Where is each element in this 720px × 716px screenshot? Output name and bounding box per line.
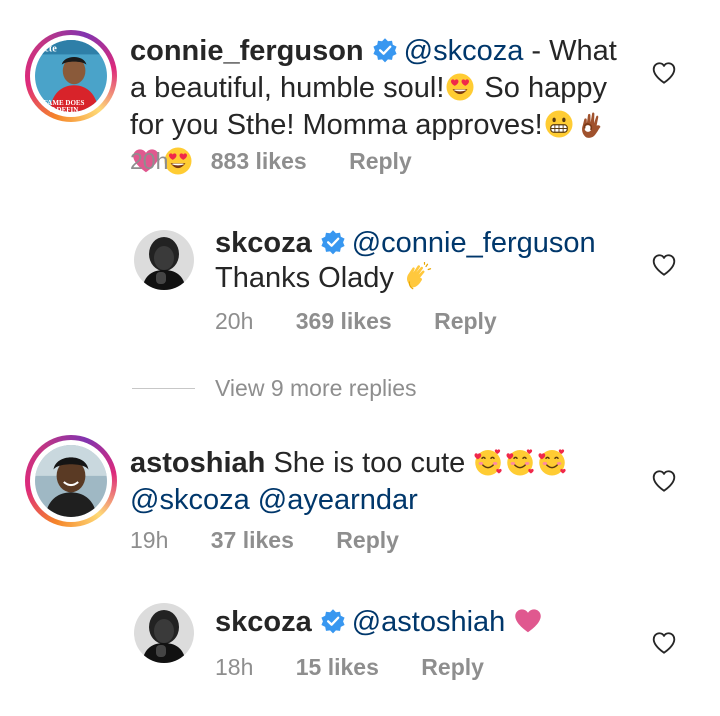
reply-button[interactable]: Reply: [434, 308, 497, 335]
divider-line: [132, 388, 195, 389]
comment-timestamp: 20h: [130, 148, 169, 174]
svg-text:acte: acte: [39, 43, 57, 54]
reply-body: Thanks Olady: [215, 262, 394, 294]
like-heart-icon[interactable]: [650, 252, 678, 278]
likes-count[interactable]: 37 likes: [211, 527, 294, 554]
smiling-face-with-hearts-emoji: [537, 447, 567, 477]
avatar-image: [134, 230, 194, 290]
pink-heart-emoji: [513, 606, 543, 636]
like-heart-icon[interactable]: [650, 60, 678, 86]
like-heart-icon[interactable]: [650, 468, 678, 494]
reply-text: skcoza @connie_ferguson Thanks Olady: [215, 226, 715, 296]
ok-hand-emoji: [576, 109, 606, 139]
smiling-face-with-hearts-emoji: [473, 447, 503, 477]
avatar-skcoza[interactable]: [134, 230, 194, 290]
reply-meta: 20h 369 likes Reply: [215, 308, 497, 335]
reply-text: skcoza @astoshiah: [215, 604, 715, 641]
verified-badge-icon: [320, 608, 346, 634]
heart-eyes-emoji: [445, 72, 475, 102]
reply-meta: 18h 15 likes Reply: [215, 654, 484, 681]
reply-username[interactable]: skcoza: [215, 606, 312, 638]
comment-meta: 20h 883 likes Reply: [130, 148, 412, 175]
verified-badge-icon: [372, 37, 398, 63]
avatar-astoshiah[interactable]: [25, 435, 117, 527]
comment-timestamp: 19h: [130, 527, 169, 553]
reply-button[interactable]: Reply: [336, 527, 399, 554]
avatar-skcoza[interactable]: [134, 603, 194, 663]
view-more-label[interactable]: View 9 more replies: [215, 375, 417, 402]
likes-count[interactable]: 369 likes: [296, 308, 392, 335]
smiling-face-with-hearts-emoji: [505, 447, 535, 477]
mention-link[interactable]: @connie_ferguson: [352, 227, 596, 259]
comment-body: She is too cute: [273, 447, 466, 479]
like-heart-icon[interactable]: [650, 630, 678, 656]
mention-link[interactable]: @skcoza: [130, 484, 250, 516]
comment-username[interactable]: connie_ferguson: [130, 35, 364, 67]
mention-link[interactable]: @ayearndar: [258, 484, 418, 516]
reply-username[interactable]: skcoza: [215, 227, 312, 259]
avatar-caption: FAME DOES N DEFIN: [43, 99, 85, 114]
reply-button[interactable]: Reply: [349, 148, 412, 175]
reply-button[interactable]: Reply: [421, 654, 484, 681]
reply-timestamp: 18h: [215, 654, 254, 680]
grimacing-emoji: [544, 109, 574, 139]
comment-username[interactable]: astoshiah: [130, 447, 265, 479]
likes-count[interactable]: 883 likes: [211, 148, 307, 175]
likes-count[interactable]: 15 likes: [296, 654, 379, 681]
waving-hands-emoji: [402, 262, 432, 292]
mention-link[interactable]: @skcoza: [404, 35, 524, 67]
comment-text: astoshiah She is too cute @skcoza @ayearn…: [130, 445, 630, 519]
view-more-replies[interactable]: View 9 more replies: [132, 375, 417, 402]
avatar-image: [134, 603, 194, 663]
comment-meta: 19h 37 likes Reply: [130, 527, 399, 554]
verified-badge-icon: [320, 229, 346, 255]
avatar-image: [35, 445, 107, 517]
mention-link[interactable]: @astoshiah: [352, 606, 506, 638]
reply-timestamp: 20h: [215, 308, 254, 334]
